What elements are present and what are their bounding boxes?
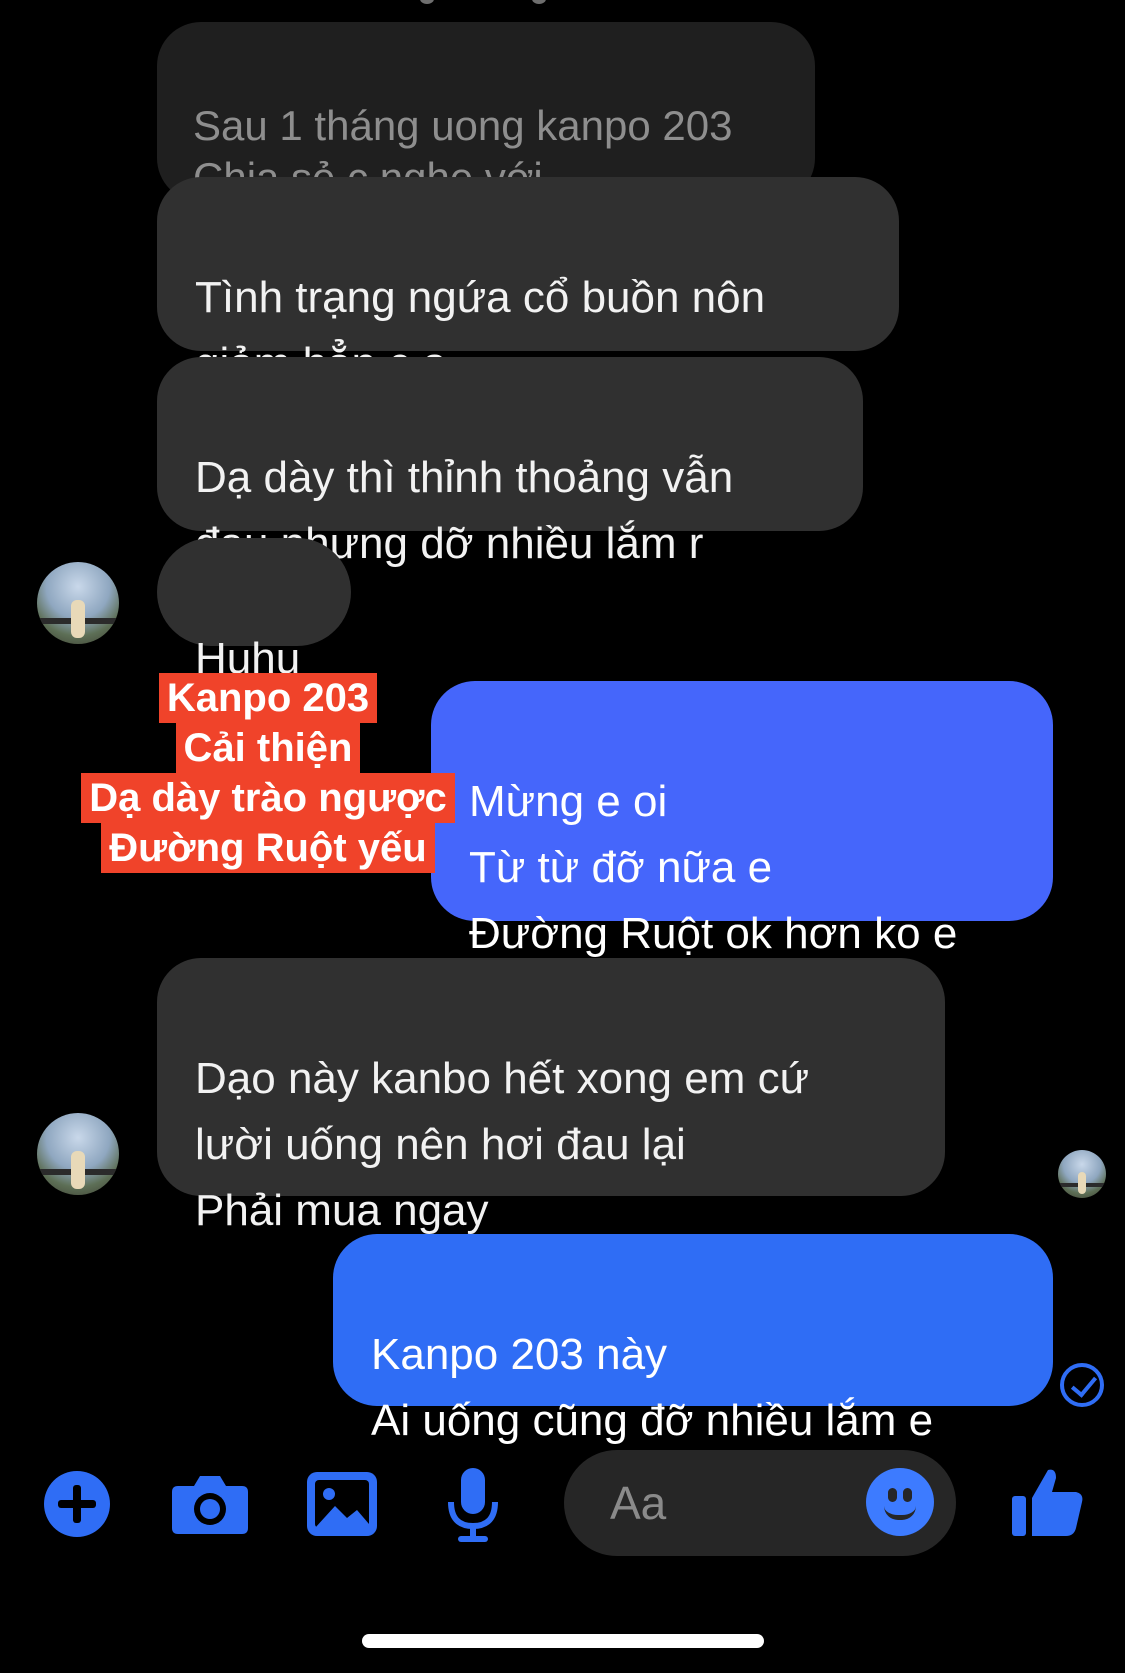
overlay-line: Dạ dày trào ngược <box>81 773 455 823</box>
emoji-icon[interactable] <box>866 1468 934 1536</box>
plus-icon[interactable] <box>43 1470 111 1538</box>
incoming-message[interactable]: Dạo này kanbo hết xong em cứ lười uống n… <box>157 958 945 1235</box>
outgoing-message[interactable]: Kanpo 203 này Ai uống cũng đỡ nhiều lắm … <box>333 1234 1053 1445</box>
microphone-icon[interactable] <box>448 1466 498 1546</box>
message-text: Kanpo 203 này Ai uống cũng đỡ nhiều lắm … <box>371 1330 934 1445</box>
incoming-message[interactable]: Huhu <box>157 538 351 683</box>
messenger-chat: Sau 1 tháng uong kanpo 203 Chia sẻ c ngh… <box>0 0 1125 1673</box>
outgoing-message[interactable]: Mừng e oi Từ từ đỡ nữa e Đường Ruột ok h… <box>431 681 1053 958</box>
previous-message-fragment <box>420 0 580 10</box>
promo-caption-overlay: Kanpo 203 Cải thiện Dạ dày trào ngược Đư… <box>68 673 468 873</box>
incoming-message[interactable]: Tình trạng ngứa cổ buồn nôn giảm hẳn c ạ <box>157 177 899 388</box>
overlay-line: Cải thiện <box>175 723 361 773</box>
message-input-placeholder: Aa <box>610 1477 667 1529</box>
home-indicator <box>362 1634 764 1648</box>
contact-avatar[interactable] <box>37 1113 119 1195</box>
overlay-line: Đường Ruột yếu <box>101 823 435 873</box>
message-text: Dạo này kanbo hết xong em cứ lười uống n… <box>195 1054 810 1235</box>
image-icon[interactable] <box>307 1472 377 1536</box>
overlay-line: Kanpo 203 <box>158 673 378 723</box>
contact-avatar[interactable] <box>37 562 119 644</box>
thumbs-up-icon[interactable] <box>1010 1466 1084 1538</box>
reply-preview-bubble[interactable]: Sau 1 tháng uong kanpo 203 Chia sẻ c ngh… <box>157 22 815 202</box>
message-input[interactable]: Aa <box>564 1450 956 1556</box>
camera-icon[interactable] <box>172 1470 248 1536</box>
seen-check-icon <box>1060 1363 1104 1407</box>
read-receipt-avatar <box>1058 1150 1106 1198</box>
incoming-message[interactable]: Dạ dày thì thỉnh thoảng vẫn đau nhưng dỡ… <box>157 357 863 568</box>
message-text: Mừng e oi Từ từ đỡ nữa e Đường Ruột ok h… <box>469 777 958 958</box>
